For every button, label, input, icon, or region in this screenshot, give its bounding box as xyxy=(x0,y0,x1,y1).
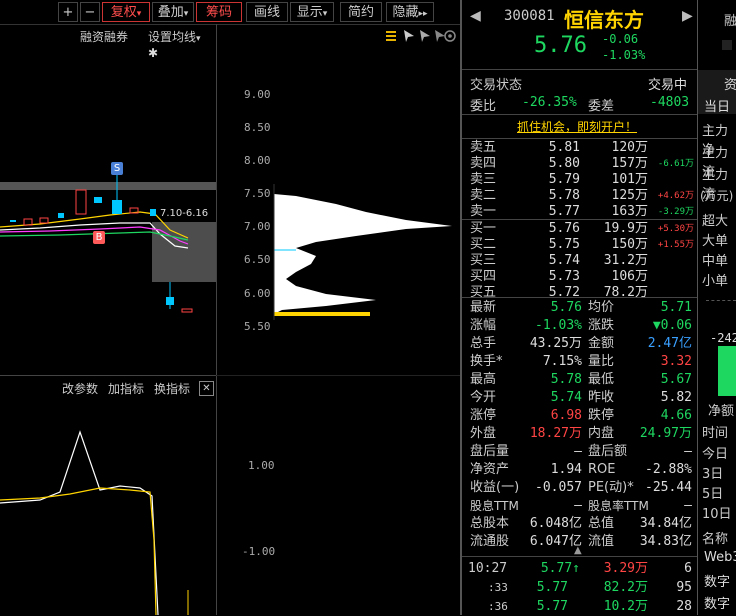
stat-row: 最高 5.78 最低 5.67 xyxy=(470,372,692,387)
tick-row: :33 5.77 82.2万 95 xyxy=(488,580,692,595)
sell-marker[interactable]: S xyxy=(111,162,123,175)
xianshi-label: 显示 xyxy=(296,5,323,20)
chip-current xyxy=(274,312,370,316)
stat-row: 涨停 6.98 跌停 4.66 xyxy=(470,408,692,423)
chart-toolbar: + − 复权▾ 叠加▾ 筹码 画线 显示▾ 简约 隐藏▸▸ xyxy=(0,0,460,25)
stat-row: 外盘 18.27万 内盘 24.97万 xyxy=(470,426,692,441)
price-tick: 7.50 xyxy=(244,187,271,200)
fund-bar xyxy=(718,346,736,396)
side-time-row: 10日 xyxy=(702,507,732,522)
tick-row: :36 5.77 10.2万 28 xyxy=(488,599,692,614)
stat-row: 股息TTM — 股息率TTM — xyxy=(470,498,692,513)
stat-row: 总手 43.25万 金额 2.47亿 xyxy=(470,336,692,351)
chevron-down-icon: ▾ xyxy=(322,9,328,19)
prev-stock-icon[interactable]: ◀ xyxy=(470,8,481,24)
xianshi-dropdown[interactable]: 显示▾ xyxy=(290,2,334,22)
chevron-down-icon: ▾ xyxy=(183,9,189,19)
price-tick: 8.50 xyxy=(244,121,271,134)
tick-row: 10:27 5.77↑ 3.29万 6 xyxy=(468,561,692,576)
buy-marker[interactable]: B xyxy=(93,231,105,244)
jianyue-button[interactable]: 简约 xyxy=(340,2,382,22)
side-list-item[interactable]: 数字 xyxy=(704,571,730,590)
jinge-label: 净额 xyxy=(708,404,735,419)
indicator-tick: 1.00 xyxy=(248,459,275,472)
stat-row: 净资产 1.94 ROE -2.88% xyxy=(470,462,692,477)
highlight-band xyxy=(0,182,216,190)
stat-row: 涨幅 -1.03% 涨跌 ▼0.06 xyxy=(470,318,692,333)
close-icon[interactable]: ✕ xyxy=(199,381,214,396)
quote-panel: ◀ ▶ 300081 恒信东方 5.76 -0.06 -1.03% 交易状态 交… xyxy=(462,0,698,615)
huanzhibiao-button[interactable]: 换指标 xyxy=(154,380,190,397)
price-tick: 9.00 xyxy=(244,88,271,101)
zoom-in-button[interactable]: + xyxy=(58,2,78,22)
huaxian-button[interactable]: 画线 xyxy=(246,2,288,22)
current-price: 5.76 xyxy=(534,33,587,58)
stat-row: 今开 5.74 昨收 5.82 xyxy=(470,390,692,405)
status-label: 交易状态 xyxy=(470,78,523,93)
gaicanshu-button[interactable]: 改参数 xyxy=(62,380,98,397)
side-tab-today[interactable]: 当日 xyxy=(704,96,730,115)
diejia-dropdown[interactable]: 叠加▾ xyxy=(152,2,194,22)
side-row: 超大 xyxy=(702,214,729,229)
price-tick: 6.00 xyxy=(244,287,271,300)
promo-link[interactable]: 抓住机会，即刻开户！ xyxy=(517,118,637,135)
side-list-item[interactable]: 数字 xyxy=(704,593,730,612)
range-label: 7.10-6.16 xyxy=(160,208,209,219)
zoom-out-button[interactable]: − xyxy=(80,2,100,22)
fuquan-label: 复权 xyxy=(110,5,137,20)
price-tick: 5.50 xyxy=(244,320,271,333)
stat-row: 收益(一) -0.057 PE(动)* -25.44 xyxy=(470,480,692,495)
chevron-down-icon: ▾ xyxy=(136,9,142,19)
side-list-item[interactable]: Web3 xyxy=(704,550,736,565)
weicha-label: 委差 xyxy=(588,99,615,114)
side-name-label: 名称 xyxy=(702,532,729,547)
side-row: 大单 xyxy=(702,234,729,249)
weicha-value: -4803 xyxy=(650,95,690,110)
diejia-label: 叠加 xyxy=(157,5,184,20)
kline-chart[interactable] xyxy=(0,24,216,375)
fund-flow-panel: 融 资 当日 主力净 主力流 主力流 (万元) 超大 大单 中单 小单 -242… xyxy=(698,0,736,615)
stat-row: 总股本 6.048亿 总值 34.84亿 xyxy=(470,516,692,531)
indicator-line-yellow xyxy=(0,487,157,615)
chouma-button[interactable]: 筹码 xyxy=(196,2,242,22)
stat-row: 换手* 7.15% 量比 3.32 xyxy=(470,354,692,369)
stock-code: 300081 xyxy=(504,8,555,24)
yincang-label: 隐藏 xyxy=(392,5,419,20)
indicator-line-white xyxy=(0,430,159,615)
stock-name: 恒信东方 xyxy=(564,8,644,32)
price-change-pct: -1.03% xyxy=(602,48,646,62)
side-time-row: 3日 xyxy=(702,467,724,482)
side-time-row: 5日 xyxy=(702,487,724,502)
side-time-row: 今日 xyxy=(702,447,729,462)
stat-row: 盘后量 — 盘后额 — xyxy=(470,444,692,459)
fund-bar-value: -242 xyxy=(710,331,736,345)
price-tick: 7.00 xyxy=(244,220,271,233)
price-change: -0.06 xyxy=(602,32,639,46)
weibi-label: 委比 xyxy=(470,99,497,114)
weibi-value: -26.35% xyxy=(522,95,577,110)
side-box-icon xyxy=(722,40,732,50)
next-stock-icon[interactable]: ▶ xyxy=(682,8,693,24)
chip-profile xyxy=(274,194,452,314)
double-arrow-icon: ▸▸ xyxy=(418,9,428,19)
side-row: 小单 xyxy=(702,274,729,289)
expand-chevron-icon[interactable]: ▲ xyxy=(574,545,582,556)
side-row: (万元) xyxy=(700,189,734,203)
status-value: 交易中 xyxy=(648,78,688,93)
price-tick: 8.00 xyxy=(244,154,271,167)
side-row: 中单 xyxy=(702,254,729,269)
side-tab-zi[interactable]: 资 xyxy=(724,74,736,93)
indicator-tick: -1.00 xyxy=(242,545,276,558)
indicator-chart[interactable] xyxy=(0,400,216,615)
side-time-row: 时间 xyxy=(702,426,729,441)
price-tick: 6.50 xyxy=(244,253,271,266)
stat-row: 最新 5.76 均价 5.71 xyxy=(470,300,692,315)
fuquan-dropdown[interactable]: 复权▾ xyxy=(102,2,150,22)
jiazhibiao-button[interactable]: 加指标 xyxy=(108,380,144,397)
yincang-button[interactable]: 隐藏▸▸ xyxy=(386,2,434,22)
side-top-label: 融 xyxy=(724,14,736,29)
